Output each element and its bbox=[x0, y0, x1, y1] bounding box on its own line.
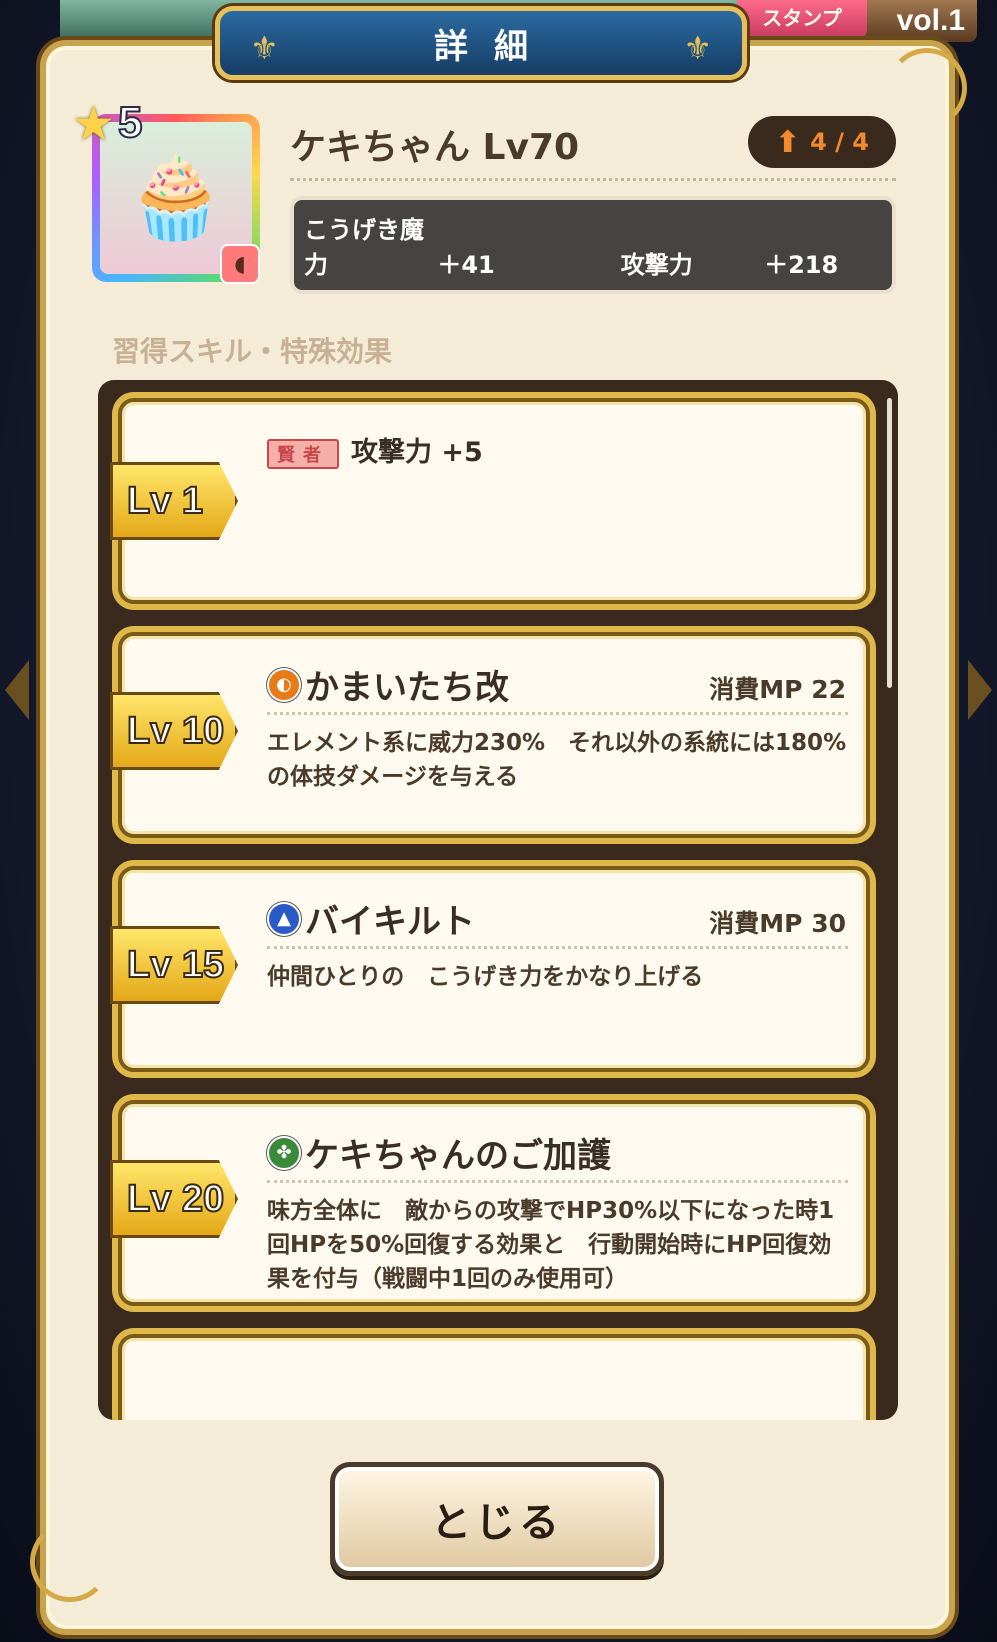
skill-name: ✤ ケキちゃんのご加護 bbox=[267, 1128, 611, 1177]
skill-name-text: バイキルト bbox=[305, 902, 475, 942]
monster-name: ケキちゃん Lv70 bbox=[290, 127, 580, 168]
skill-effect-text: 攻撃力 +5 bbox=[351, 437, 483, 468]
mp-cost: 消費MP 30 bbox=[709, 909, 846, 938]
skill-row: Lv 15 ▲ バイキルト 消費MP 30 仲間ひとりの こうげき力をかなり上げる bbox=[110, 866, 870, 1072]
heal-element-icon: ✤ bbox=[267, 1135, 301, 1170]
skill-row: Lv 20 ✤ ケキちゃんのご加護 味方全体に 敵からの攻撃でHP30%以下になっ… bbox=[110, 1100, 870, 1306]
corner-ornament-icon bbox=[887, 48, 967, 128]
corner-ornament-icon bbox=[30, 1522, 110, 1602]
arrow-up-icon: ⬆ bbox=[774, 124, 801, 160]
fleur-icon: ⚜ bbox=[250, 29, 279, 67]
vol-label: vol. bbox=[896, 4, 949, 37]
rank-number: 5 bbox=[117, 97, 144, 148]
skill-list[interactable]: Lv 1 賢者 攻撃力 +5 Lv 10 ◐ かまいたち改 消費MP 22 エレメン… bbox=[98, 380, 898, 1420]
right-arrow-icon[interactable] bbox=[968, 660, 992, 720]
stat-label: 攻撃力 bbox=[620, 251, 693, 279]
skill-description: エレメント系に威力230% それ以外の系統には180%の体技ダメージを与える bbox=[267, 730, 847, 790]
skill-effect: 賢者 攻撃力 +5 bbox=[267, 430, 483, 469]
level-badge: Lv 15 bbox=[110, 926, 238, 1004]
type-badge-icon: ◖ bbox=[220, 244, 260, 284]
divider bbox=[267, 712, 848, 715]
divider bbox=[290, 178, 896, 181]
level-badge: Lv 20 bbox=[110, 1160, 238, 1238]
fire-element-icon: ◐ bbox=[267, 667, 301, 702]
stat-label: こうげき魔力 bbox=[304, 216, 424, 279]
title-plate: ⚜ 詳細 ⚜ bbox=[215, 6, 747, 80]
section-title: 習得スキル・特殊効果 bbox=[112, 335, 393, 368]
left-arrow-icon[interactable] bbox=[5, 660, 29, 720]
stats-box: こうげき魔力 ＋41 攻撃力 ＋218 bbox=[290, 196, 896, 294]
scrollbar[interactable] bbox=[887, 398, 892, 688]
skill-name: ◐ かまいたち改 bbox=[267, 660, 509, 709]
vol-number: 1 bbox=[948, 4, 965, 37]
page-title: 詳細 bbox=[434, 26, 554, 67]
class-tag: 賢者 bbox=[267, 438, 339, 469]
divider bbox=[267, 946, 848, 949]
divider bbox=[267, 1180, 848, 1183]
skill-row: Lv 1 賢者 攻撃力 +5 bbox=[110, 398, 870, 604]
skill-name: ▲ バイキルト bbox=[267, 894, 475, 943]
stamp-label: スタンプ bbox=[737, 0, 867, 38]
vol-badge: スタンプ vol.1 bbox=[737, 0, 977, 42]
mp-cost: 消費MP 22 bbox=[709, 675, 846, 704]
skill-description: 仲間ひとりの こうげき力をかなり上げる bbox=[267, 964, 704, 990]
stat-value: ＋41 bbox=[437, 251, 495, 279]
upgrade-badge: ⬆ 4 / 4 bbox=[748, 116, 896, 168]
close-button[interactable]: とじる bbox=[330, 1462, 664, 1576]
fleur-icon: ⚜ bbox=[683, 29, 712, 67]
skill-name-text: かまいたち改 bbox=[305, 668, 509, 708]
level-badge: Lv 10 bbox=[110, 692, 238, 770]
level-badge: Lv 1 bbox=[110, 462, 238, 540]
buff-element-icon: ▲ bbox=[267, 901, 301, 936]
upgrade-progress: 4 / 4 bbox=[810, 128, 869, 156]
skill-row bbox=[118, 1334, 870, 1420]
skill-row: Lv 10 ◐ かまいたち改 消費MP 22 エレメント系に威力230% それ以外… bbox=[110, 632, 870, 838]
stat-value: ＋218 bbox=[764, 251, 839, 279]
rank-star-icon: ★ bbox=[72, 96, 116, 152]
skill-name-text: ケキちゃんのご加護 bbox=[305, 1136, 611, 1176]
skill-description: 味方全体に 敵からの攻撃でHP30%以下になった時1回HPを50%回復する効果と… bbox=[267, 1198, 835, 1292]
